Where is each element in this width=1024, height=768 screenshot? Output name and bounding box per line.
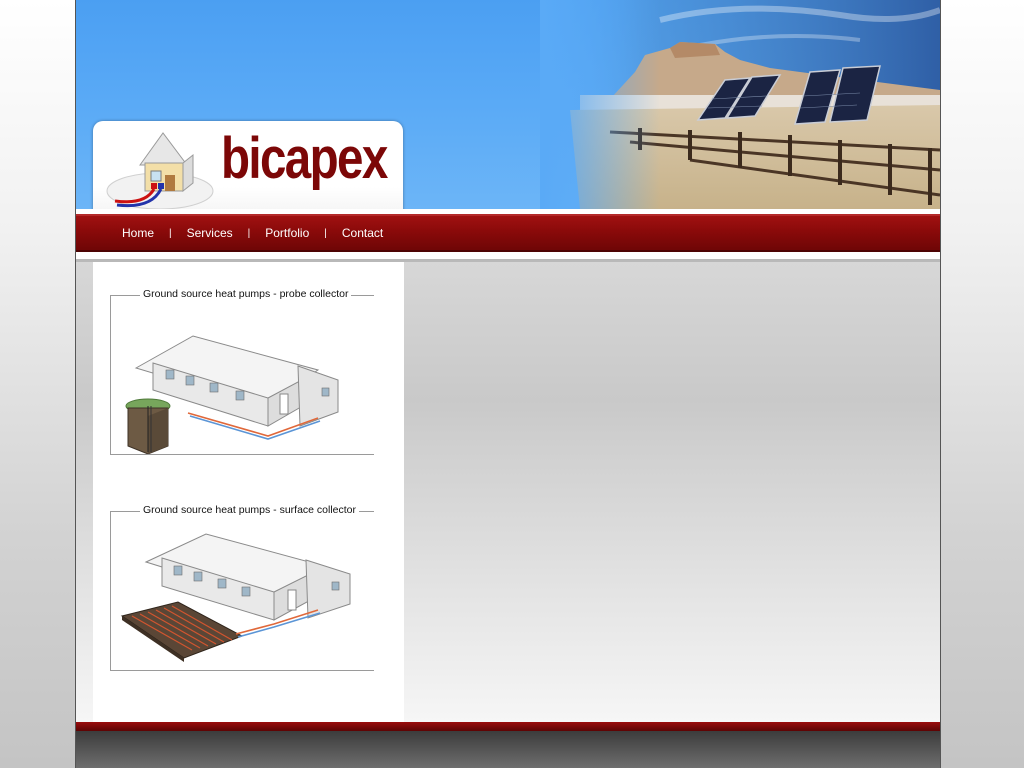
footer-accent-bar [76,722,940,731]
brand-logo[interactable]: bicapex [221,125,388,192]
house-heatpump-icon [105,125,215,209]
house-probe-collector-illustration[interactable] [118,308,358,459]
gallery-caption: Ground source heat pumps - probe collect… [140,288,352,300]
main-nav: Home | Services | Portfolio | Contact [76,214,940,252]
nav-separator: | [247,227,251,239]
gallery-column: Ground source heat pumps - probe collect… [93,262,404,723]
gallery-item-probe[interactable]: Ground source heat pumps - probe collect… [110,284,374,455]
nav-link-contact[interactable]: Contact [342,226,383,240]
nav-separator: | [324,227,327,239]
nav-item-portfolio[interactable]: Portfolio | [265,226,342,240]
gallery-item-surface[interactable]: Ground source heat pumps - surface colle… [110,500,374,671]
logo-box[interactable]: bicapex [93,121,403,209]
header-banner: bicapex [76,0,940,209]
page-container: bicapex Home | Services | Portfolio | Conta… [75,0,941,768]
solar-panels-photo [540,0,940,209]
nav-item-home[interactable]: Home | [122,226,187,240]
content-area: Ground source heat pumps - probe collect… [76,259,940,723]
house-surface-collector-illustration[interactable] [118,524,358,675]
nav-separator: | [169,227,172,239]
nav-item-contact[interactable]: Contact [342,226,383,240]
nav-link-services[interactable]: Services [187,226,233,240]
nav-link-portfolio[interactable]: Portfolio [265,226,309,240]
nav-link-home[interactable]: Home [122,226,154,240]
nav-item-services[interactable]: Services | [187,226,266,240]
footer [76,731,940,768]
gallery-caption: Ground source heat pumps - surface colle… [140,504,360,516]
